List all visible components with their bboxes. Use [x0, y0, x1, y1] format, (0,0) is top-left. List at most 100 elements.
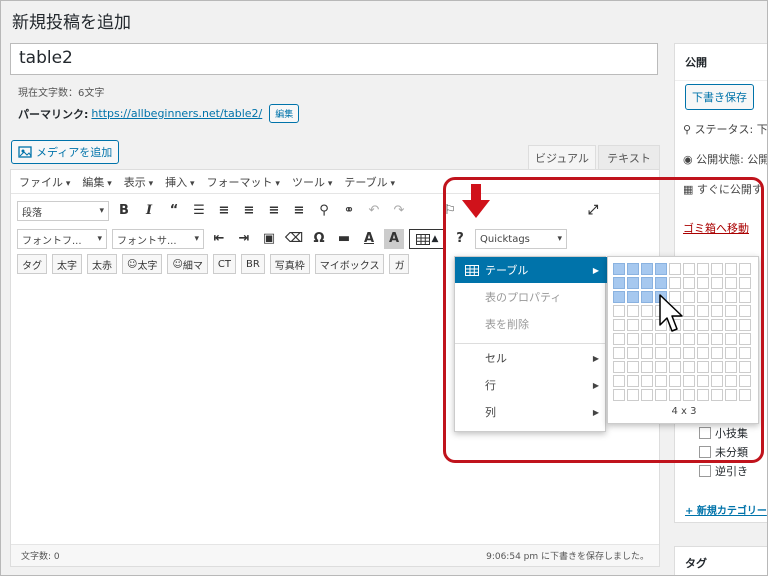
post-title-input[interactable]: table2 [10, 43, 658, 75]
menu-table[interactable]: テーブル [344, 174, 395, 190]
tag-button[interactable]: タグ [17, 254, 47, 274]
grid-cell[interactable] [725, 305, 737, 317]
grid-cell[interactable] [641, 361, 653, 373]
grid-cell[interactable] [711, 389, 723, 401]
grid-cell[interactable] [627, 291, 639, 303]
grid-cell[interactable] [613, 347, 625, 359]
menu-view[interactable]: 表示 [124, 174, 153, 190]
grid-cell[interactable] [641, 319, 653, 331]
grid-cell[interactable] [627, 277, 639, 289]
redo-icon[interactable]: ↷ [389, 201, 409, 221]
grid-cell[interactable] [655, 277, 667, 289]
numbered-list-icon[interactable]: ≡ [214, 201, 234, 221]
grid-cell[interactable] [725, 319, 737, 331]
bold-icon[interactable]: B [114, 201, 134, 221]
grid-cell[interactable] [641, 333, 653, 345]
grid-cell[interactable] [711, 347, 723, 359]
grid-cell[interactable] [739, 291, 751, 303]
grid-cell[interactable] [697, 389, 709, 401]
grid-cell[interactable] [711, 375, 723, 387]
italic-icon[interactable]: I [139, 201, 159, 221]
grid-cell[interactable] [641, 263, 653, 275]
grid-cell[interactable] [711, 291, 723, 303]
indent-icon[interactable]: ⇥ [234, 229, 254, 249]
trash-link[interactable]: ゴミ箱へ移動 [683, 220, 749, 236]
grid-cell[interactable] [669, 347, 681, 359]
grid-cell[interactable] [683, 277, 695, 289]
link-icon[interactable]: ⚲ [314, 201, 334, 221]
grid-cell[interactable] [669, 361, 681, 373]
grid-cell[interactable] [613, 375, 625, 387]
grid-cell[interactable] [683, 347, 695, 359]
grid-cell[interactable] [725, 277, 737, 289]
checkbox[interactable] [699, 427, 711, 439]
grid-cell[interactable] [739, 361, 751, 373]
grid-cell[interactable] [739, 263, 751, 275]
align-right-icon[interactable]: ≡ [289, 201, 309, 221]
grid-cell[interactable] [697, 347, 709, 359]
bg-color-icon[interactable]: A [384, 229, 404, 249]
fullscreen-icon[interactable]: ⤢ [583, 201, 603, 221]
save-draft-button[interactable]: 下書き保存 [685, 84, 754, 110]
category-checkbox-1[interactable]: 小技集 [699, 425, 748, 441]
grid-cell[interactable] [613, 333, 625, 345]
menu-item-row[interactable]: 行 ▶ [455, 372, 607, 398]
menu-insert[interactable]: 挿入 [165, 174, 194, 190]
add-media-button[interactable]: メディアを追加 [11, 140, 120, 164]
help-icon[interactable]: ? [450, 229, 470, 249]
grid-cell[interactable] [613, 277, 625, 289]
bold-user-button[interactable]: ☺ 太字 [122, 254, 163, 274]
menu-item-table-properties[interactable]: 表のプロパティ [455, 284, 607, 310]
grid-cell[interactable] [739, 333, 751, 345]
grid-cell[interactable] [725, 291, 737, 303]
align-left-icon[interactable]: ≡ [239, 201, 259, 221]
grid-cell[interactable] [711, 361, 723, 373]
bold-red-button[interactable]: 太赤 [87, 254, 117, 274]
grid-cell[interactable] [613, 291, 625, 303]
grid-cell[interactable] [641, 291, 653, 303]
grid-cell[interactable] [613, 361, 625, 373]
hr-icon[interactable]: ▬ [334, 229, 354, 249]
grid-cell[interactable] [627, 333, 639, 345]
bookmark-icon[interactable]: ⚐ [440, 201, 460, 221]
grid-cell[interactable] [711, 277, 723, 289]
blockquote-icon[interactable]: “ [164, 201, 184, 221]
undo-icon[interactable]: ↶ [364, 201, 384, 221]
checkbox[interactable] [699, 446, 711, 458]
eraser-icon[interactable]: ⌫ [284, 229, 304, 249]
grid-cell[interactable] [627, 389, 639, 401]
menu-tools[interactable]: ツール [292, 174, 332, 190]
font-size-select[interactable]: フォントサ... [112, 229, 204, 249]
grid-cell[interactable] [627, 263, 639, 275]
category-checkbox-2[interactable]: 未分類 [699, 444, 748, 460]
tab-visual[interactable]: ビジュアル [528, 145, 596, 169]
align-center-icon[interactable]: ≡ [264, 201, 284, 221]
tab-text[interactable]: テキスト [598, 145, 660, 169]
grid-cell[interactable] [669, 375, 681, 387]
menu-item-delete-table[interactable]: 表を削除 [455, 311, 607, 337]
grid-cell[interactable] [725, 333, 737, 345]
grid-cell[interactable] [697, 333, 709, 345]
grid-cell[interactable] [739, 319, 751, 331]
grid-cell[interactable] [627, 361, 639, 373]
unlink-icon[interactable]: ⚭ [339, 201, 359, 221]
menu-item-column[interactable]: 列 ▶ [455, 399, 607, 425]
grid-cell[interactable] [613, 305, 625, 317]
grid-cell[interactable] [641, 389, 653, 401]
grid-cell[interactable] [739, 347, 751, 359]
photo-frame-button[interactable]: 写真枠 [269, 254, 310, 274]
menu-item-table[interactable]: テーブル ▶ [455, 257, 607, 283]
grid-cell[interactable] [669, 389, 681, 401]
grid-cell[interactable] [725, 361, 737, 373]
add-category-link[interactable]: + 新規カテゴリー [685, 502, 767, 517]
grid-cell[interactable] [697, 277, 709, 289]
grid-cell[interactable] [725, 263, 737, 275]
grid-cell[interactable] [655, 263, 667, 275]
grid-cell[interactable] [725, 389, 737, 401]
grid-cell[interactable] [683, 375, 695, 387]
grid-cell[interactable] [697, 319, 709, 331]
font-family-select[interactable]: フォントフ... [17, 229, 107, 249]
menu-item-cell[interactable]: セル ▶ [455, 345, 607, 371]
permalink-edit-button[interactable]: 編集 [269, 104, 300, 123]
permalink-link[interactable]: https://allbeginners.net/table2/ [91, 107, 262, 120]
